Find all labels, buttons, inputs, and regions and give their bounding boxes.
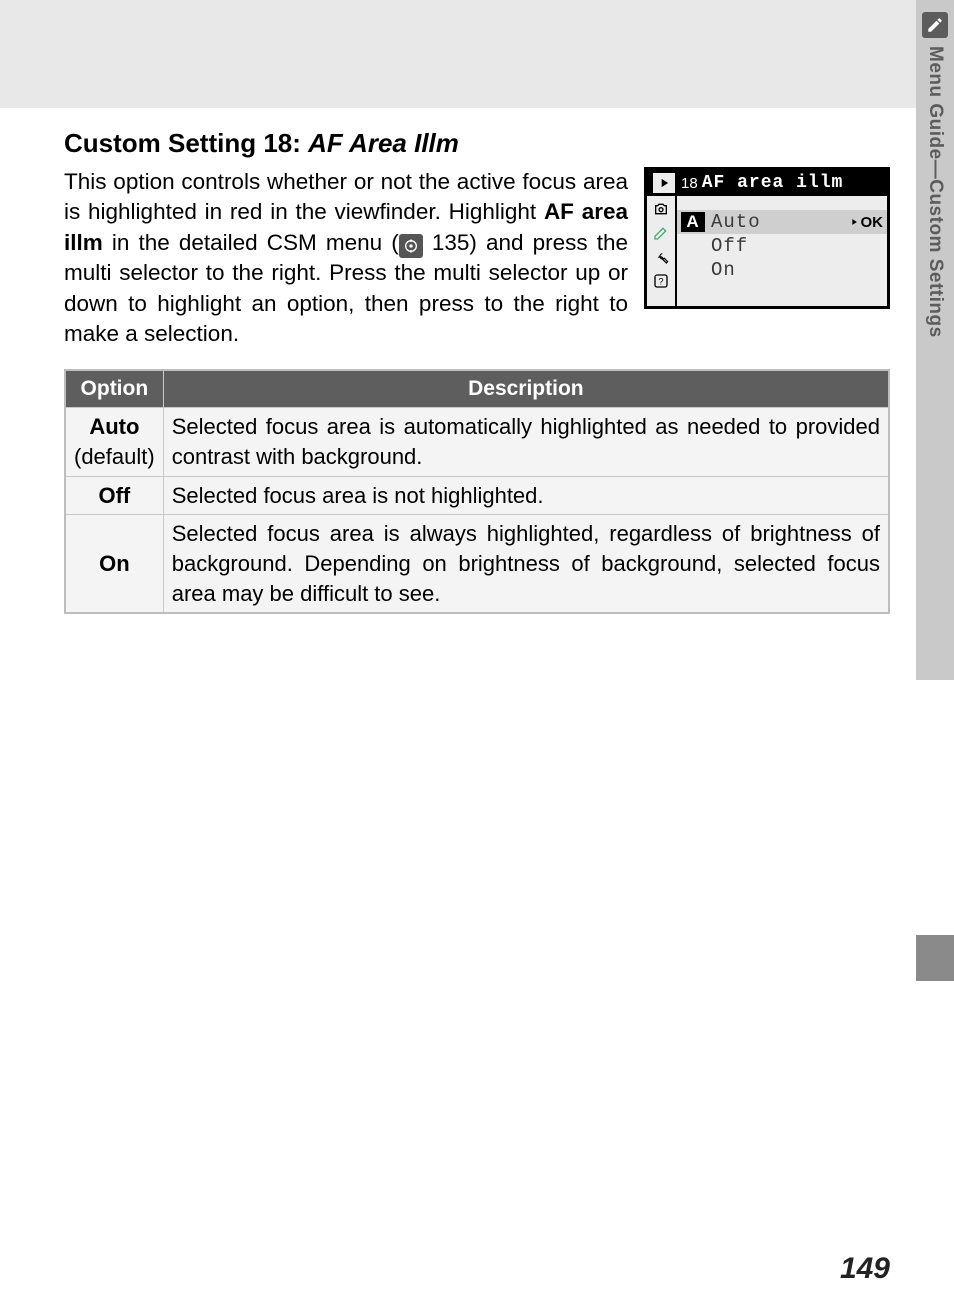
side-accent-block — [916, 935, 954, 981]
lcd-item-auto: A Auto OK — [677, 210, 887, 234]
table-description: Selected focus area is not highlighted. — [163, 476, 889, 515]
lcd-item-label: Off — [711, 235, 748, 257]
pencil-icon — [922, 12, 948, 38]
page-number: 149 — [840, 1252, 890, 1286]
help-icon: ? — [652, 272, 670, 290]
table-description: Selected focus area is always highlighte… — [163, 515, 889, 614]
table-row: Auto (default) Selected focus area is au… — [65, 408, 889, 476]
ok-label: OK — [861, 214, 884, 231]
table-header-description: Description — [163, 370, 889, 408]
ok-indicator: OK — [849, 214, 884, 231]
table-option: Off — [65, 476, 163, 515]
body-text-1b: in the detailed CSM menu ( — [103, 230, 399, 255]
lcd-menu-number: 18 — [681, 175, 698, 192]
lcd-header: 18 AF area illm — [647, 170, 887, 196]
table-row: On Selected focus area is always highlig… — [65, 515, 889, 614]
table-header-option: Option — [65, 370, 163, 408]
manual-ref-icon — [399, 234, 423, 258]
lcd-options-list: A Auto OK Off — [675, 196, 887, 306]
lcd-preview: 18 AF area illm ? A Auto — [644, 167, 890, 309]
lcd-left-icons: ? — [647, 196, 675, 306]
table-description: Selected focus area is automatically hig… — [163, 408, 889, 476]
lcd-menu-title: AF area illm — [702, 173, 844, 193]
body-paragraph: This option controls whether or not the … — [64, 167, 628, 349]
lcd-item-on: On — [677, 258, 887, 282]
pencil2-icon — [652, 224, 670, 242]
table-option: Auto — [89, 414, 139, 439]
table-row: Off Selected focus area is not highlight… — [65, 476, 889, 515]
table-option-sub: (default) — [74, 442, 155, 472]
options-table: Option Description Auto (default) Select… — [64, 369, 890, 614]
lcd-item-label: On — [711, 259, 736, 281]
lcd-item-label: Auto — [711, 211, 761, 233]
camera-icon — [652, 200, 670, 218]
play-icon — [653, 173, 675, 193]
lcd-item-badge: A — [681, 212, 705, 232]
wrench-icon — [652, 248, 670, 266]
heading-title: AF Area Illm — [308, 128, 459, 158]
lcd-item-off: Off — [677, 234, 887, 258]
section-heading: Custom Setting 18: AF Area Illm — [64, 128, 890, 159]
heading-prefix: Custom Setting 18: — [64, 128, 308, 158]
svg-text:?: ? — [658, 276, 663, 286]
top-grey-band — [0, 0, 954, 108]
table-option: On — [65, 515, 163, 614]
